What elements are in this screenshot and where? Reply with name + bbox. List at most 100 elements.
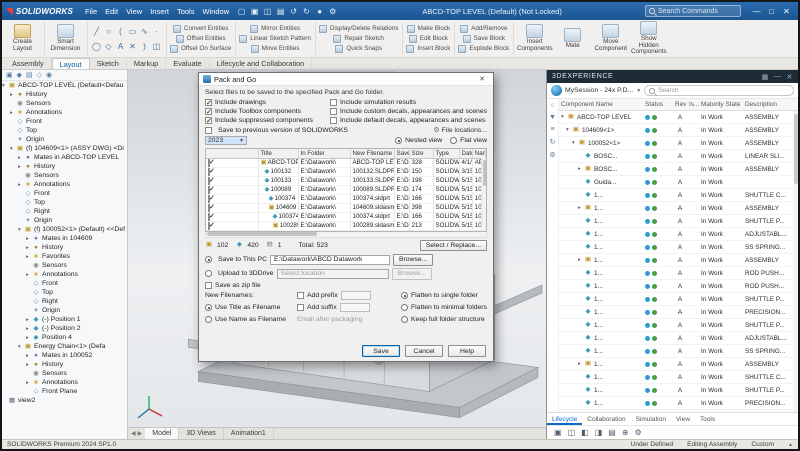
ribbon-command[interactable]: Offset On Surface: [170, 45, 231, 53]
panel-tab[interactable]: Simulation: [631, 413, 671, 425]
component-row[interactable]: BOSC... A In Work LINEAR SLI...: [559, 150, 798, 163]
upload-3ddrive-radio[interactable]: [205, 270, 212, 277]
select-replace-button[interactable]: Select / Replace...: [420, 240, 487, 251]
tree-item[interactable]: ▸ (-) Position 2: [2, 324, 127, 333]
list-icon[interactable]: ≡: [550, 126, 554, 133]
ribbon-command[interactable]: Display/Delete Relations: [319, 25, 399, 33]
include-option[interactable]: Include default decals, appearances and …: [330, 116, 487, 125]
tree-item[interactable]: ▸ Mates in 104609: [2, 234, 127, 243]
component-row[interactable]: 1... A In Work SHUTTLE P...: [559, 293, 798, 306]
use-title-option[interactable]: Use Title as Filename: [205, 303, 297, 313]
propertymanager-icon[interactable]: ◆: [17, 71, 22, 79]
save-to-folder-cell[interactable]: E:\Datawork\AB: [394, 167, 409, 176]
add-prefix-option[interactable]: Add prefix: [297, 291, 401, 301]
file-row[interactable]: 100133 E:\Datawork\ 100133.SLDPRT E:\Dat…: [206, 176, 486, 185]
view-mode-radio[interactable]: Nested view: [395, 137, 442, 144]
column-description[interactable]: Description: [743, 101, 798, 108]
save-button[interactable]: Save: [362, 345, 400, 357]
table-vertical-scrollbar[interactable]: [481, 158, 486, 231]
tree-item[interactable]: view2: [2, 396, 127, 405]
tree-item[interactable]: ▸ Annotations: [2, 270, 127, 279]
ribbon-command[interactable]: Repair Sketch: [333, 35, 384, 43]
new-filename-cell[interactable]: 100133.SLDPRT: [350, 176, 394, 185]
add-prefix-checkbox[interactable]: [297, 292, 304, 299]
bookmark-icon[interactable]: ▤: [608, 428, 616, 437]
prefix-input[interactable]: [341, 291, 371, 300]
suffix-input[interactable]: [340, 303, 370, 312]
menu-item[interactable]: Tools: [173, 7, 199, 16]
save-to-folder-cell[interactable]: E:\Datawork\AB: [394, 221, 409, 230]
ribbon-command[interactable]: Move Entities: [251, 45, 300, 53]
tree-item[interactable]: ▸ Annotations: [2, 378, 127, 387]
ribbon-command[interactable]: Save Block: [463, 35, 506, 43]
tree-item[interactable]: Sensors: [2, 99, 127, 108]
tree-item[interactable]: Top: [2, 126, 127, 135]
component-row[interactable]: ▾ 104609<1> A In Work ASSEMBLY: [559, 124, 798, 137]
column-is[interactable]: Is...: [687, 101, 699, 108]
save-session-icon[interactable]: ◫: [568, 428, 576, 437]
ribbon-command[interactable]: Add/Remove: [460, 25, 507, 33]
component-row[interactable]: 1... A In Work SS SPRING...: [559, 241, 798, 254]
ellipse-icon[interactable]: ◯: [91, 42, 102, 51]
table-horizontal-scrollbar[interactable]: [205, 232, 487, 238]
tree-item[interactable]: Top: [2, 288, 127, 297]
row-checkbox[interactable]: [208, 176, 210, 185]
ribbon-command[interactable]: Make Block: [407, 25, 451, 33]
checkbox[interactable]: [330, 117, 337, 124]
menu-item[interactable]: File: [81, 7, 101, 16]
include-option[interactable]: Include custom decals, appearances and s…: [330, 107, 487, 116]
file-locations-link[interactable]: File locations...: [442, 127, 487, 134]
view-mode-radio[interactable]: Flat view: [450, 137, 487, 144]
add-suffix-checkbox[interactable]: [297, 304, 304, 311]
column-header[interactable]: Save To Folder: [394, 149, 409, 158]
column-status[interactable]: Status: [643, 101, 673, 108]
radio-button[interactable]: [205, 316, 212, 323]
flatten-single-option[interactable]: Flatten to single folder: [401, 291, 487, 301]
column-component-name[interactable]: Component Name: [559, 101, 643, 108]
new-filename-cell[interactable]: 100132.SLDPRT: [350, 167, 394, 176]
cancel-button[interactable]: Cancel: [405, 345, 443, 357]
component-row[interactable]: ▸ 1... A In Work ASSEMBLY: [559, 358, 798, 371]
tree-item[interactable]: ▸ History: [2, 360, 127, 369]
ribbon-command[interactable]: Explode Block: [458, 45, 509, 53]
checkbox[interactable]: [330, 108, 337, 115]
component-row[interactable]: ▾ 100052<1> A In Work ASSEMBLY: [559, 137, 798, 150]
include-option[interactable]: Include Toolbox components: [205, 107, 326, 116]
radio-button[interactable]: [401, 304, 408, 311]
circle-icon[interactable]: ○: [103, 27, 114, 36]
save-to-folder-cell[interactable]: E:\Datawork\AB: [394, 176, 409, 185]
tab-scroll-left-icon[interactable]: ◀: [131, 430, 136, 437]
ribbon-command[interactable]: Insert Block: [406, 45, 450, 53]
add-suffix-option[interactable]: Add suffix: [297, 303, 401, 313]
new-icon[interactable]: ▢: [235, 5, 248, 18]
menu-item[interactable]: View: [122, 7, 146, 16]
component-search-box[interactable]: Search: [644, 85, 794, 96]
save-to-folder-cell[interactable]: E:\Datawork\AB: [394, 212, 409, 221]
file-row[interactable]: 100374 E:\Datawork\ 100374.sldprt E:\Dat…: [206, 212, 486, 221]
polygon-icon[interactable]: ◇: [103, 42, 114, 51]
tree-item[interactable]: Right: [2, 207, 127, 216]
revision-icon[interactable]: ◧: [581, 428, 589, 437]
tree-item[interactable]: ▾ (f) 104609<1> (ASSY DWG) <Di: [2, 144, 127, 153]
close-icon[interactable]: ✕: [779, 4, 794, 18]
save-to-folder-cell[interactable]: E:\Datawork\AB: [394, 194, 409, 203]
file-row[interactable]: 100132 E:\Datawork\ 100132.SLDPRT E:\Dat…: [206, 167, 486, 176]
tree-item[interactable]: Sensors: [2, 369, 127, 378]
column-header[interactable]: Size: [409, 149, 433, 158]
tree-item[interactable]: Front Plane: [2, 387, 127, 396]
ribbon-command[interactable]: Linear Sketch Pattern: [239, 35, 311, 43]
version-dropdown[interactable]: 2023▼: [205, 136, 247, 145]
line-icon[interactable]: ╱: [91, 27, 102, 36]
commandmanager-tab[interactable]: Sketch: [90, 58, 127, 69]
checkbox[interactable]: [205, 108, 212, 115]
component-row[interactable]: 1... A In Work SHUTTLE C...: [559, 371, 798, 384]
compare-icon[interactable]: ◨: [595, 428, 603, 437]
commandmanager-tab[interactable]: Evaluate: [166, 58, 209, 69]
component-row[interactable]: 1... A In Work SHUTTLE P...: [559, 384, 798, 397]
checkbox[interactable]: [205, 117, 212, 124]
update-icon[interactable]: ▣: [554, 428, 562, 437]
ribbon-big-button[interactable]: Move Component: [593, 24, 628, 52]
command-search-box[interactable]: Search Commands: [645, 5, 741, 17]
tree-item[interactable]: Sensors: [2, 261, 127, 270]
save-to-folder-cell[interactable]: E:\Datawork\AB: [394, 158, 409, 167]
